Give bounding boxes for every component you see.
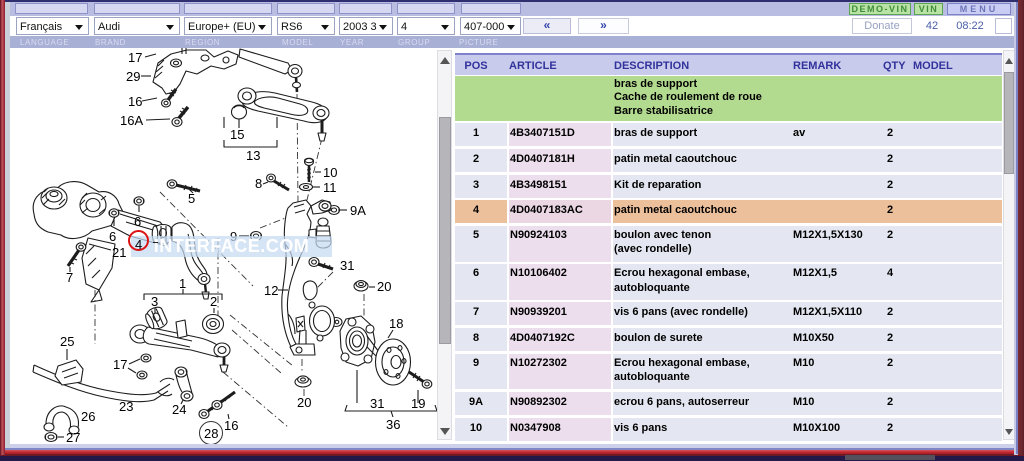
svg-text:24: 24 (172, 402, 186, 417)
svg-text:5: 5 (188, 191, 195, 206)
svg-text:31: 31 (370, 396, 384, 411)
svg-text:17: 17 (113, 357, 127, 372)
svg-text:3: 3 (151, 294, 158, 309)
svg-text:1: 1 (179, 276, 186, 291)
svg-text:12: 12 (264, 283, 278, 298)
svg-text:17: 17 (128, 50, 142, 65)
svg-text:25: 25 (60, 334, 74, 349)
svg-text:23: 23 (119, 399, 133, 414)
svg-text:13: 13 (246, 148, 260, 163)
svg-text:36: 36 (386, 417, 400, 432)
svg-text:10: 10 (323, 165, 337, 180)
svg-text:9A: 9A (350, 203, 366, 218)
svg-text:18: 18 (389, 316, 403, 331)
svg-text:26: 26 (81, 409, 95, 424)
svg-text:7: 7 (66, 270, 73, 285)
svg-text:15: 15 (230, 127, 244, 142)
svg-text:29: 29 (126, 69, 140, 84)
svg-text:27: 27 (66, 430, 80, 444)
svg-text:20: 20 (297, 395, 311, 410)
svg-text:16: 16 (224, 418, 238, 433)
svg-text:16A: 16A (120, 113, 143, 128)
svg-text:6: 6 (134, 214, 141, 229)
svg-text:6: 6 (109, 229, 116, 244)
svg-text:21: 21 (112, 245, 126, 260)
svg-text:2: 2 (210, 294, 217, 309)
svg-text:20: 20 (377, 279, 391, 294)
svg-text:31: 31 (340, 258, 354, 273)
svg-text:16: 16 (128, 94, 142, 109)
svg-text:8: 8 (255, 176, 262, 191)
svg-text:28: 28 (204, 426, 218, 441)
svg-text:11: 11 (323, 180, 337, 195)
svg-text:19: 19 (411, 396, 425, 411)
